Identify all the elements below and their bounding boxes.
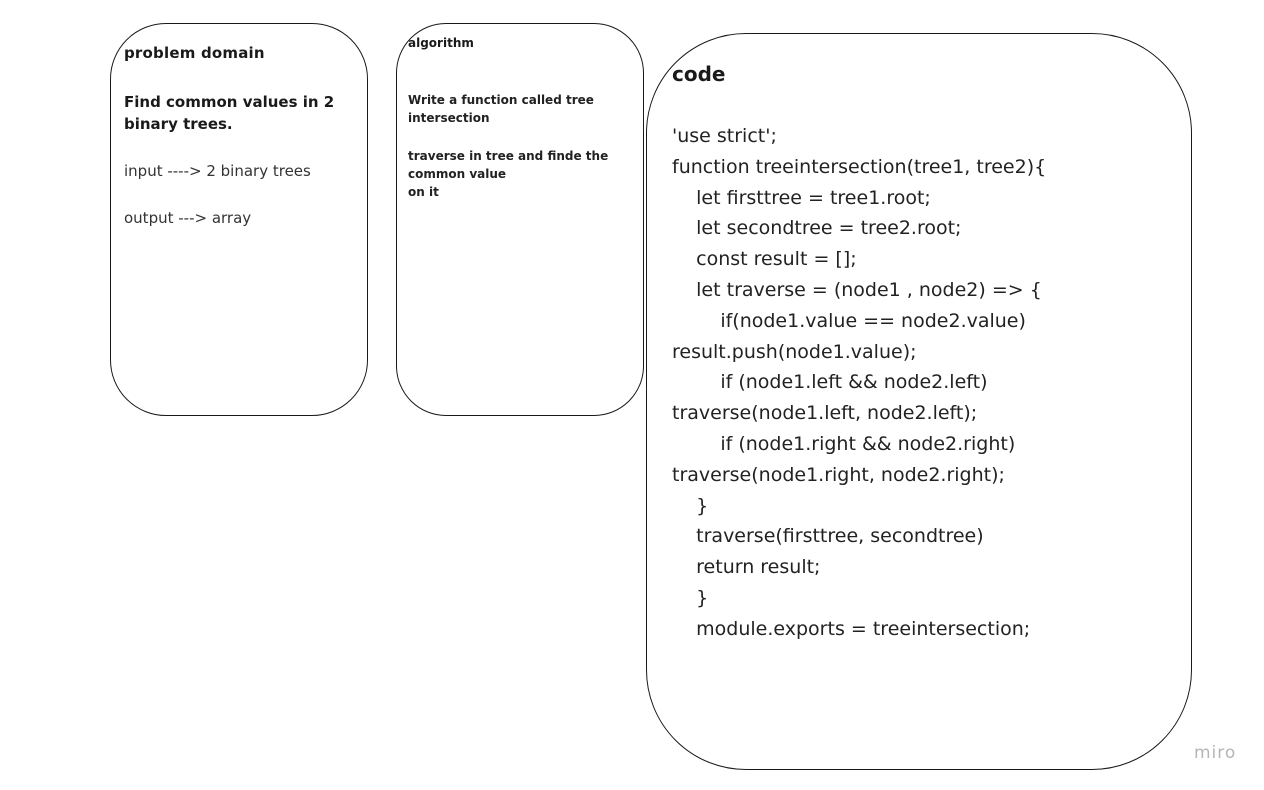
miro-watermark: miro: [1194, 743, 1237, 763]
code-line: }: [672, 494, 709, 517]
code-line: if(node1.value == node2.value): [672, 309, 1026, 332]
problem-domain-card[interactable]: problem domain Find common values in 2 b…: [110, 23, 368, 416]
code-title: code: [672, 62, 726, 86]
algorithm-step-2: traverse in tree and finde the common va…: [408, 149, 609, 199]
code-line: traverse(firsttree, secondtree): [672, 525, 984, 548]
algorithm-step-1: Write a function called tree intersectio…: [408, 93, 594, 125]
code-line: return result;: [672, 556, 821, 579]
code-line: const result = [];: [672, 248, 857, 271]
algorithm-card[interactable]: algorithm Write a function called tree i…: [396, 23, 644, 416]
code-line: module.exports = treeintersection;: [672, 617, 1031, 640]
code-line: let firsttree = tree1.root;: [672, 186, 931, 209]
code-line: let secondtree = tree2.root;: [672, 217, 962, 240]
code-line: 'use strict';: [672, 125, 777, 147]
algorithm-title: algorithm: [408, 36, 474, 50]
problem-domain-title: problem domain: [124, 44, 265, 62]
code-card[interactable]: code 'use strict'; function treeintersect…: [646, 33, 1192, 770]
code-line: function treeintersection(tree1, tree2){: [672, 155, 1047, 178]
code-line: if (node1.left && node2.left): [672, 371, 988, 394]
problem-heading: Find common values in 2 binary trees.: [124, 93, 335, 133]
code-line: traverse(node1.left, node2.left);: [672, 402, 978, 425]
input-description: input ----> 2 binary trees: [124, 162, 311, 180]
code-line: traverse(node1.right, node2.right);: [672, 463, 1005, 486]
code-line: result.push(node1.value);: [672, 340, 917, 363]
output-description: output ---> array: [124, 209, 252, 227]
code-block: 'use strict'; function treeintersection(t…: [672, 121, 1046, 645]
code-line: }: [672, 586, 709, 609]
code-line: if (node1.right && node2.right): [672, 432, 1016, 455]
code-line: let traverse = (node1 , node2) => {: [672, 278, 1042, 301]
